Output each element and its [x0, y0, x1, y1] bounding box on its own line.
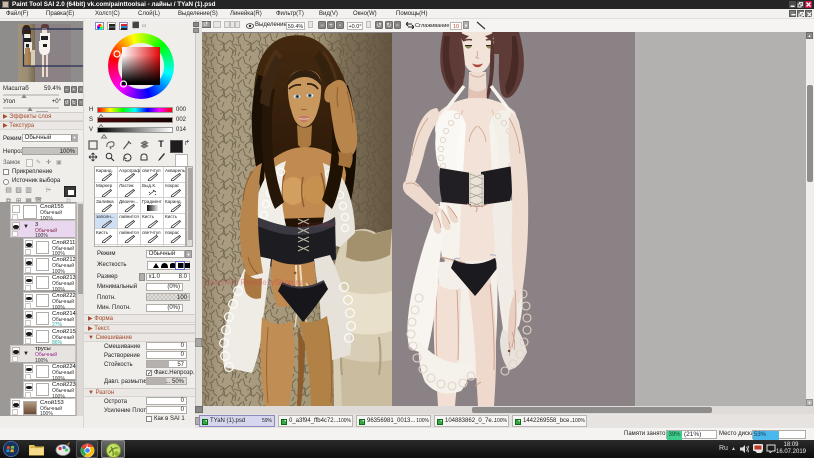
svg-text:ColnsMru RealSexyShop.ru: ColnsMru RealSexyShop.ru	[204, 278, 303, 287]
svg-text:vkMaskaRu: vkMaskaRu	[298, 222, 335, 229]
